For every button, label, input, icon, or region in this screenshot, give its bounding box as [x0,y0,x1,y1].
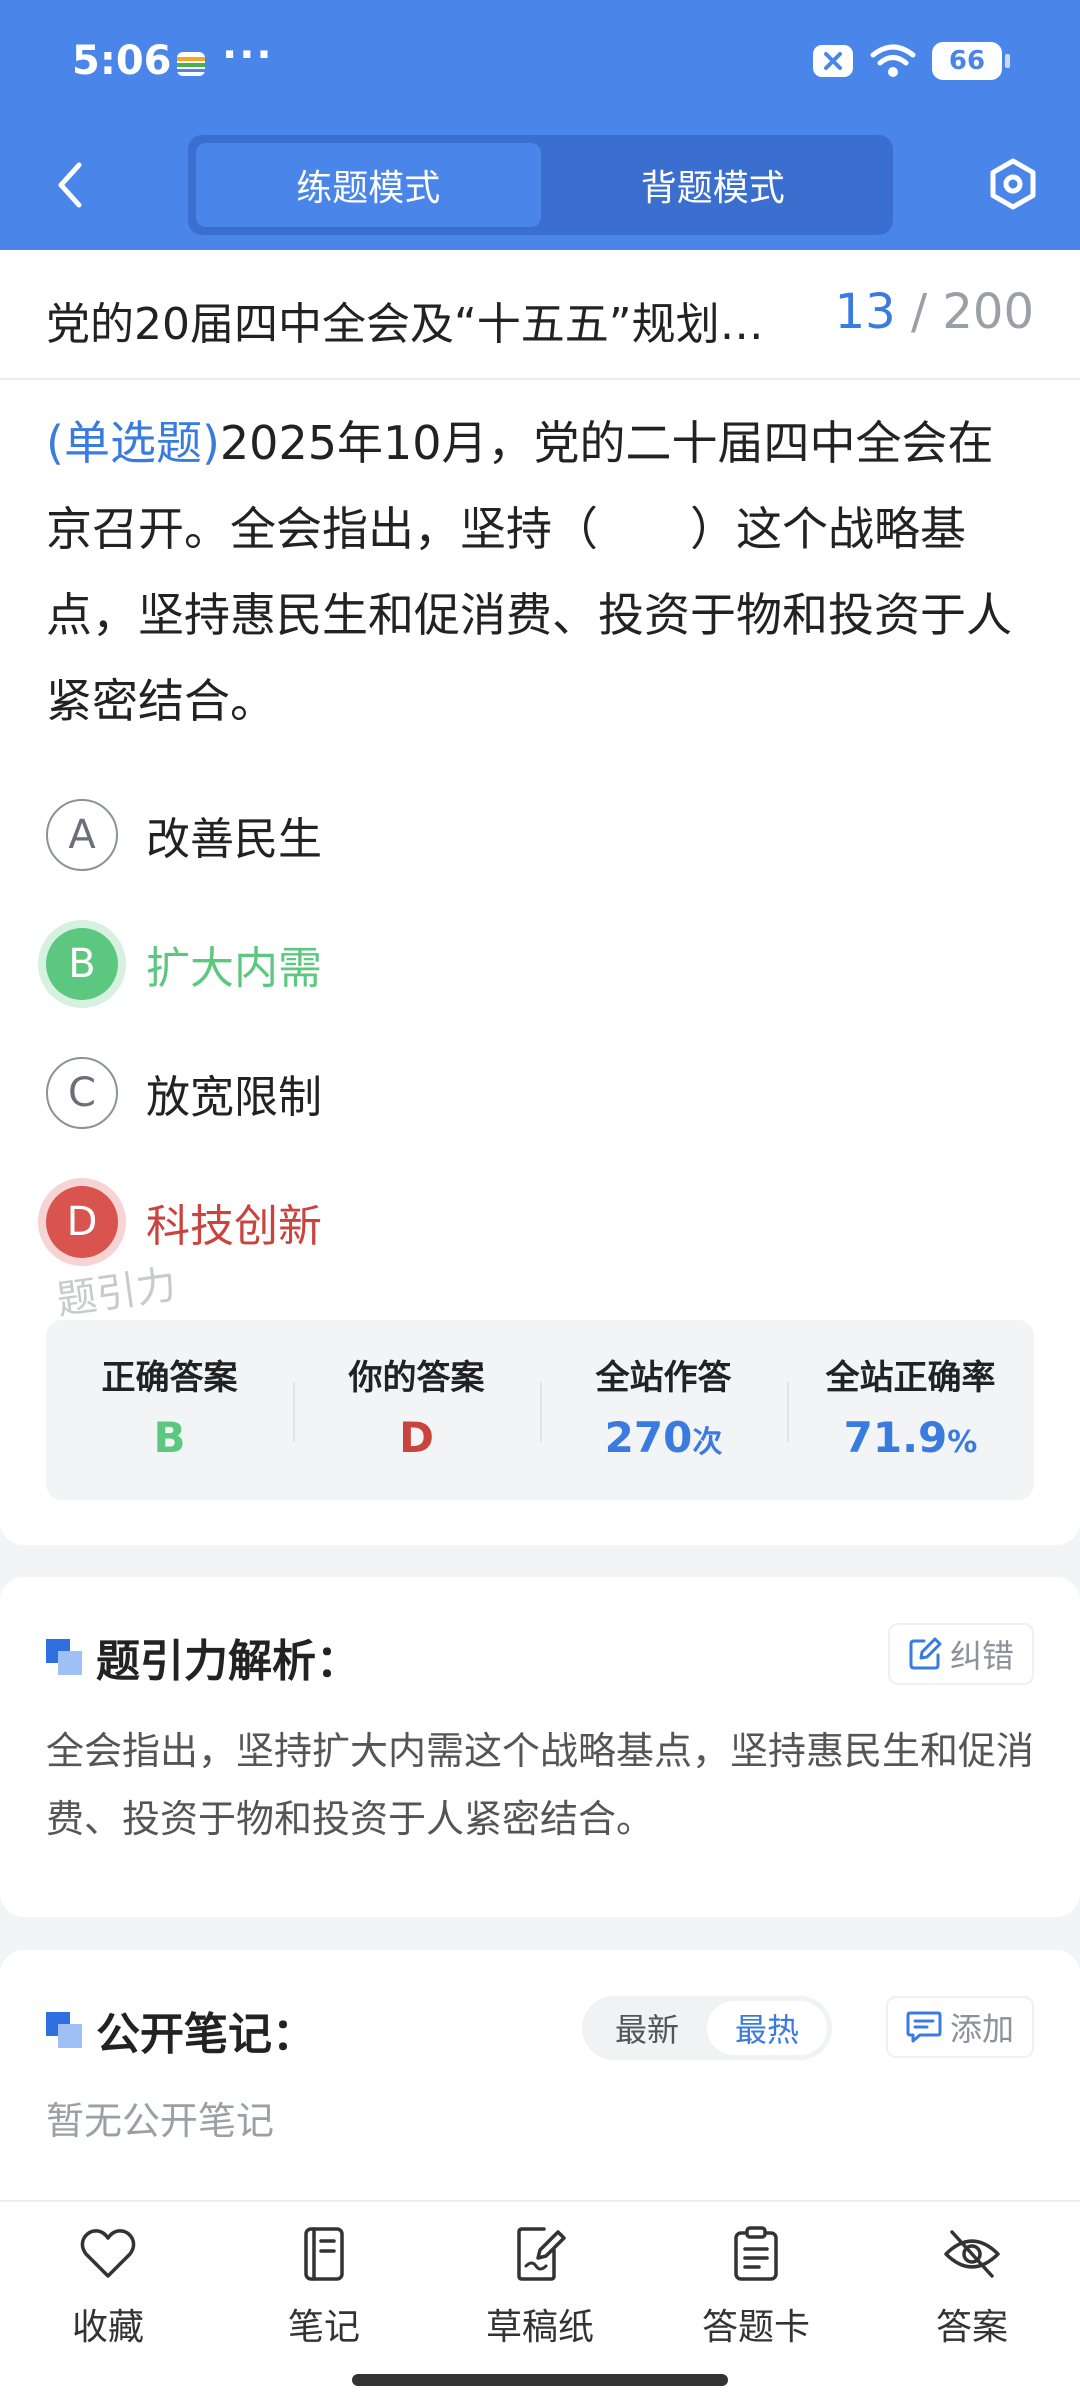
bottom-bar-label: 收藏 [71,2307,144,2348]
stat-unit: % [947,1425,978,1460]
answer-stats: 正确答案 B 你的答案 D 全站作答 270次 全站正确率 71.9% [46,1320,1034,1500]
option-text: 放宽限制 [146,1072,322,1123]
stat-label: 正确答案 [101,1358,238,1398]
question-progress[interactable]: 13 / 200 [835,284,1034,340]
stat-total-attempts: 全站作答 270次 [540,1320,787,1500]
home-indicator[interactable] [352,2374,728,2386]
add-note-button[interactable]: 添加 [885,1996,1034,2058]
question-set-header: 党的20届四中全会及“十五五”规划… 13 / 200 [0,250,1080,380]
app-header: 5:06 ··· 66 练题模式 背题模式 [0,0,1080,250]
stat-number: 71.9 [843,1413,948,1462]
add-note-label: 添加 [949,2010,1014,2048]
answer-sheet-button[interactable]: 答题卡 [656,2224,856,2350]
option-d[interactable]: D 科技创新 [46,1185,946,1259]
notes-empty-text: 暂无公开笔记 [46,2099,275,2143]
option-c[interactable]: C 放宽限制 [46,1056,946,1130]
stat-value: D [399,1413,434,1462]
option-a[interactable]: A 改善民生 [46,798,946,872]
settings-button[interactable] [980,151,1046,217]
sort-latest-tab[interactable]: 最新 [587,2001,707,2055]
question-card: 党的20届四中全会及“十五五”规划… 13 / 200 (单选题)2025年10… [0,250,1080,1545]
stat-value: 270次 [540,1413,787,1462]
question-type: (单选题) [46,416,220,470]
bottom-bar-label: 草稿纸 [485,2307,594,2348]
option-text: 扩大内需 [146,943,322,994]
no-signal-icon [813,45,853,77]
bottom-bar-label: 笔记 [287,2307,360,2348]
notes-card: 公开笔记： 最新 最热 添加 暂无公开笔记 [0,1950,1080,2200]
status-time: 5:06 [72,38,172,84]
status-icons: 66 [812,42,1010,80]
mode-toggle: 练题模式 背题模式 [188,135,893,235]
draft-icon [517,2227,566,2281]
option-letter: C [46,1057,118,1129]
bottom-bar-label: 答题卡 [701,2307,810,2348]
stat-number: 270 [604,1413,693,1462]
eye-off-icon [944,2230,1000,2278]
bottom-bar-label: 答案 [935,2307,1008,2348]
analysis-text: 全会指出，坚持扩大内需这个战略基点，坚持惠民生和促消费、投资于物和投资于人紧密结… [46,1729,1035,1841]
heart-icon [80,2229,136,2278]
question-stem: (单选题)2025年10月，党的二十届四中全会在京召开。全会指出，坚持（ ）这个… [46,400,1036,744]
notes-header: 公开笔记： [46,1998,316,2062]
option-text: 改善民生 [146,814,322,865]
current-question-number: 13 [834,284,896,340]
show-answer-button[interactable]: 答案 [872,2224,1072,2350]
battery-icon: 66 [932,42,1010,80]
stat-label: 你的答案 [348,1358,485,1398]
notes-button[interactable]: 笔记 [224,2224,424,2350]
stat-unit: 次 [692,1425,723,1460]
report-error-button[interactable]: 纠错 [887,1623,1034,1685]
option-letter: D [46,1186,118,1258]
wallet-icon [177,52,205,76]
tab-memorize-mode[interactable]: 背题模式 [541,143,886,227]
status-bar: 5:06 ··· 66 [0,0,1080,125]
battery-level: 66 [948,46,986,76]
tab-practice-mode[interactable]: 练题模式 [196,143,541,227]
chevron-left-icon [58,162,82,208]
watermark: 题引力 [53,1261,180,1325]
bottom-toolbar: 收藏 笔记 草稿纸 答题卡 答案 [0,2200,1080,2400]
option-letter: A [46,799,118,871]
comment-icon [906,2011,942,2043]
analysis-header: 题引力解析： [46,1625,360,1689]
favorite-button[interactable]: 收藏 [8,2224,208,2350]
analysis-title: 题引力解析： [96,1636,360,1687]
notebook-icon [304,2227,344,2281]
option-text: 科技创新 [146,1201,322,1252]
gear-icon [990,158,1036,210]
stat-your-answer: 你的答案 D [293,1320,540,1500]
option-letter: B [46,928,118,1000]
sort-hot-tab[interactable]: 最热 [707,2001,827,2055]
option-b[interactable]: B 扩大内需 [46,927,946,1001]
more-notifications-icon: ··· [222,32,274,78]
answer-sheet-icon [734,2226,778,2281]
back-button[interactable] [40,155,100,215]
question-set-title: 党的20届四中全会及“十五五”规划… [46,299,764,350]
draft-paper-button[interactable]: 草稿纸 [440,2224,640,2350]
section-icon [46,1639,82,1675]
stat-accuracy-rate: 全站正确率 71.9% [787,1320,1034,1500]
edit-icon [909,1637,942,1670]
notes-title: 公开笔记： [96,2009,316,2060]
wifi-icon [870,44,916,77]
stat-label: 全站正确率 [825,1358,996,1398]
analysis-card: 题引力解析： 纠错 全会指出，坚持扩大内需这个战略基点，坚持惠民生和促消费、投资… [0,1577,1080,1917]
report-error-label: 纠错 [949,1637,1014,1675]
stat-value: B [153,1413,186,1462]
total-questions: / 200 [910,284,1034,340]
stat-correct-answer: 正确答案 B [46,1320,293,1500]
notes-sort-toggle: 最新 最热 [582,1996,832,2060]
section-icon [46,2012,82,2048]
stat-value: 71.9% [787,1413,1034,1462]
stat-label: 全站作答 [595,1358,732,1398]
nav-bar: 练题模式 背题模式 [0,125,1080,250]
